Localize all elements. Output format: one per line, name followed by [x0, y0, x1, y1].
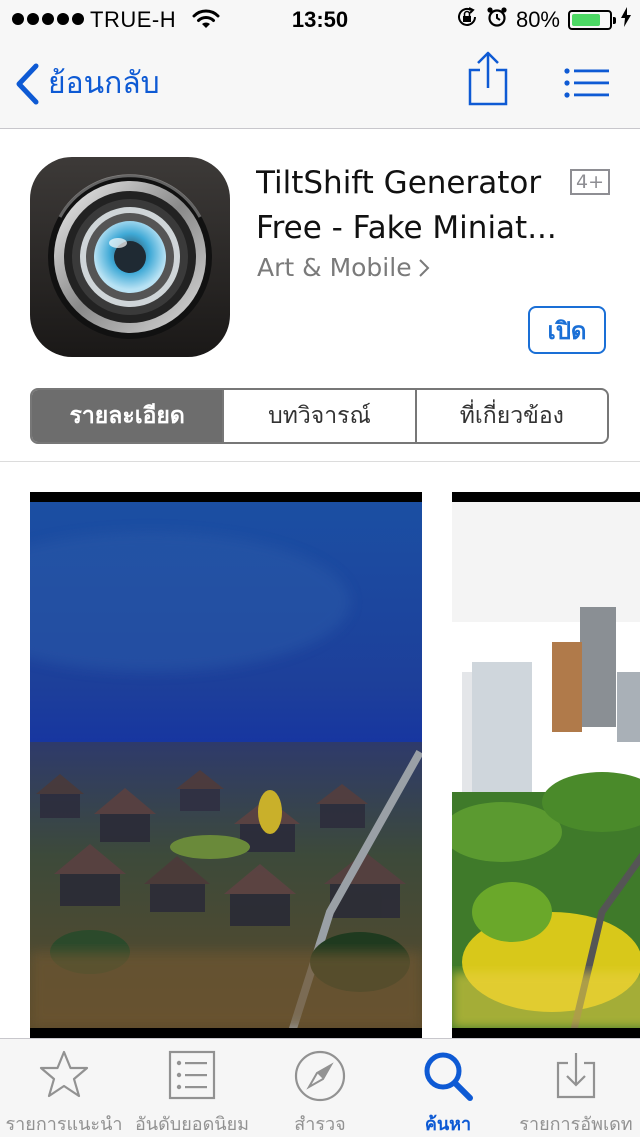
tab-top-charts[interactable]: อันดับยอดนิยม	[128, 1039, 256, 1137]
screenshot-village[interactable]	[30, 492, 422, 1038]
tab-search[interactable]: ค้นหา	[384, 1039, 512, 1137]
app-title: TiltShift Generator Free - Fake Miniat..…	[256, 161, 556, 251]
screenshot-city[interactable]	[452, 492, 640, 1038]
compass-icon	[294, 1050, 346, 1102]
navigation-bar: ย้อนกลับ	[0, 40, 640, 129]
segment-details[interactable]: รายละเอียด	[32, 390, 223, 442]
battery-percent: 80%	[515, 7, 560, 32]
segment-related[interactable]: ที่เกี่ยวข้อง	[414, 390, 607, 442]
developer-name: Art & Mobile	[257, 253, 412, 282]
share-icon	[468, 51, 508, 106]
tab-updates[interactable]: รายการอัพเดท	[512, 1039, 640, 1137]
tab-explore[interactable]: สำรวจ	[256, 1039, 384, 1137]
back-label: ย้อนกลับ	[48, 66, 160, 101]
status-bar: TRUE-H 13:50 80%	[0, 0, 640, 40]
age-rating-badge: 4+	[570, 169, 611, 195]
tab-search-label: ค้นหา	[424, 1114, 472, 1135]
app-title-line-2: Free - Fake Miniat...	[256, 210, 556, 246]
tab-featured-label: รายการแนะนำ	[5, 1114, 123, 1135]
tab-top-charts-label: อันดับยอดนิยม	[135, 1114, 249, 1135]
updates-icon	[556, 1053, 596, 1099]
chevron-right-icon	[418, 258, 429, 277]
tab-explore-label: สำรวจ	[294, 1114, 346, 1135]
wifi-icon	[192, 8, 220, 36]
share-button[interactable]	[466, 50, 510, 112]
screenshots-carousel[interactable]	[0, 462, 640, 1038]
alarm-icon	[486, 6, 508, 34]
list-icon	[564, 68, 609, 98]
search-icon	[424, 1052, 473, 1101]
app-icon	[30, 157, 230, 357]
battery-icon	[568, 10, 616, 30]
orientation-lock-icon	[456, 6, 478, 34]
tab-bar: รายการแนะนำ อันดับยอดนิยม สำรวจ ค้นหา รา…	[0, 1038, 640, 1137]
developer-link[interactable]: Art & Mobile	[257, 253, 430, 282]
signal-strength-icon	[12, 13, 84, 25]
chevron-left-icon	[16, 63, 39, 104]
tab-featured[interactable]: รายการแนะนำ	[0, 1039, 128, 1137]
app-title-line-1: TiltShift Generator	[256, 165, 542, 201]
open-button[interactable]: เปิด	[528, 306, 606, 354]
tab-updates-label: รายการอัพเดท	[519, 1114, 633, 1135]
star-icon	[39, 1050, 89, 1098]
back-button[interactable]: ย้อนกลับ	[14, 60, 160, 107]
top-charts-icon	[168, 1050, 216, 1100]
app-header: TiltShift Generator Free - Fake Miniat..…	[0, 129, 640, 462]
segment-reviews[interactable]: บทวิจารณ์	[222, 390, 414, 442]
list-menu-button[interactable]	[564, 68, 610, 102]
charging-bolt-icon	[620, 7, 632, 33]
carrier-name: TRUE-H	[90, 7, 177, 32]
segmented-control: รายละเอียด บทวิจารณ์ ที่เกี่ยวข้อง	[30, 388, 609, 444]
